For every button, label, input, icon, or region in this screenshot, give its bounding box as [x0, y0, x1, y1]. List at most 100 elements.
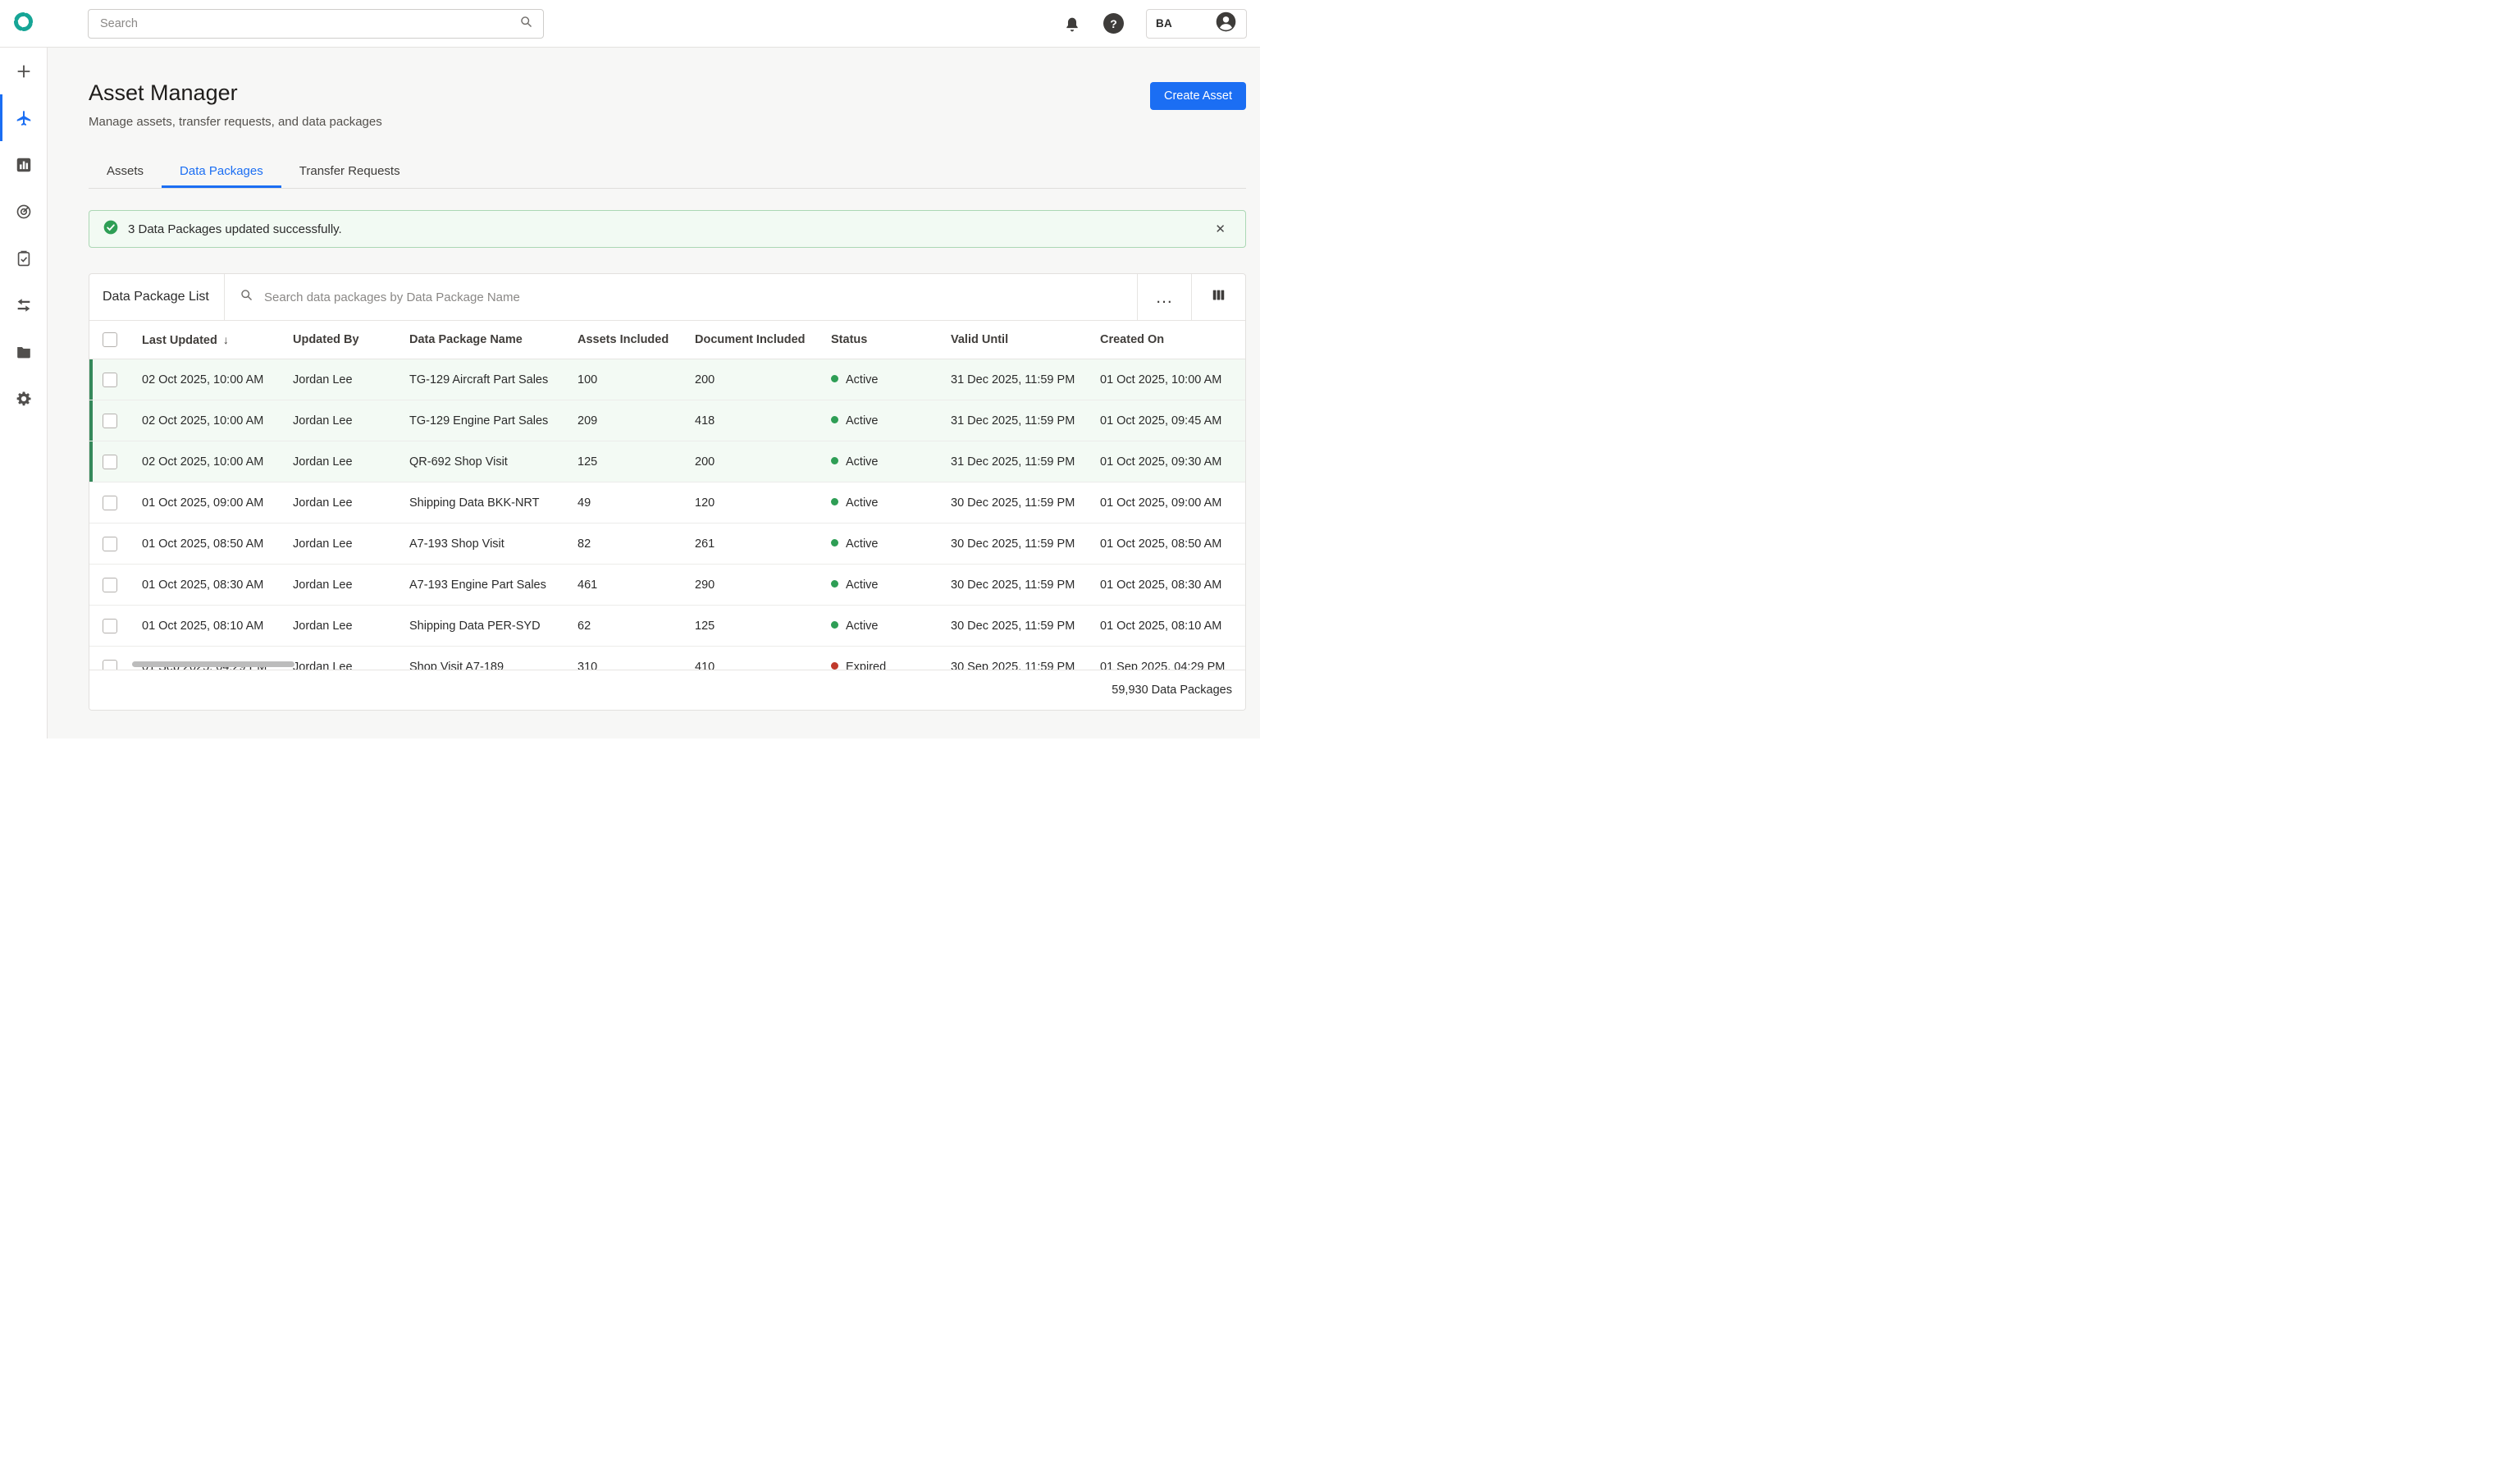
column-header-created-on[interactable]: Created On	[1087, 321, 1246, 359]
package-search-input[interactable]	[262, 290, 1122, 305]
column-header-status[interactable]: Status	[818, 321, 938, 359]
column-header-last-updated[interactable]: Last Updated↓	[129, 321, 280, 359]
table-row[interactable]: 01 Oct 2025, 08:50 AMJordan LeeA7-193 Sh…	[89, 524, 1245, 565]
row-select-cell	[89, 359, 129, 400]
notifications-bell-icon[interactable]	[1063, 15, 1081, 33]
folder-icon	[15, 343, 33, 361]
package-search[interactable]	[224, 274, 1137, 320]
cell-package-name: A7-193 Engine Part Sales	[396, 565, 564, 606]
sidebar-item-analytics[interactable]	[0, 141, 47, 188]
row-checkbox[interactable]	[103, 455, 117, 469]
cell-last-updated: 01 Oct 2025, 08:30 AM	[129, 565, 280, 606]
row-select-cell	[89, 565, 129, 606]
cell-package-name: Shipping Data PER-SYD	[396, 606, 564, 647]
airplane-icon	[15, 109, 33, 127]
column-header-updated-by[interactable]: Updated By	[280, 321, 396, 359]
cell-status: Active	[818, 359, 938, 400]
cell-last-updated: 01 Oct 2025, 09:00 AM	[129, 482, 280, 524]
status-dot	[831, 539, 838, 546]
columns-icon	[1211, 287, 1226, 307]
select-all-checkbox[interactable]	[103, 332, 117, 347]
card-header: Data Package List ...	[89, 274, 1245, 321]
banner-close-button[interactable]: ✕	[1208, 218, 1232, 240]
card-title: Data Package List	[89, 274, 224, 320]
cell-valid-until: 30 Dec 2025, 11:59 PM	[938, 606, 1087, 647]
page-title: Asset Manager	[89, 80, 382, 106]
plus-icon	[15, 62, 33, 80]
app-window: ? BA Asset Manager Manage assets, transf…	[0, 0, 1260, 738]
sidebar-item-tasks[interactable]	[0, 235, 47, 281]
cell-last-updated: 02 Oct 2025, 10:00 AM	[129, 359, 280, 400]
sidebar-item-add[interactable]	[0, 48, 47, 94]
select-all-cell	[89, 321, 129, 359]
table-row[interactable]: 02 Oct 2025, 10:00 AMJordan LeeQR-692 Sh…	[89, 441, 1245, 482]
help-icon[interactable]: ?	[1103, 13, 1124, 34]
row-checkbox[interactable]	[103, 373, 117, 387]
cell-package-name: QR-692 Shop Visit	[396, 441, 564, 482]
row-checkbox[interactable]	[103, 619, 117, 633]
table-row[interactable]: 02 Oct 2025, 10:00 AMJordan LeeTG-129 Ai…	[89, 359, 1245, 400]
cell-document-included: 261	[682, 524, 818, 565]
cell-updated-by: Jordan Lee	[280, 565, 396, 606]
column-settings-button[interactable]	[1191, 274, 1245, 320]
cell-last-updated: 02 Oct 2025, 10:00 AM	[129, 441, 280, 482]
status-dot	[831, 621, 838, 629]
horizontal-scrollbar-thumb[interactable]	[132, 661, 294, 667]
topbar: ? BA	[0, 0, 1260, 48]
help-glyph: ?	[1110, 17, 1117, 30]
cell-document-included: 120	[682, 482, 818, 524]
cell-updated-by: Jordan Lee	[280, 647, 396, 670]
main-content: Asset Manager Manage assets, transfer re…	[48, 48, 1260, 738]
sidebar-item-assets[interactable]	[0, 94, 47, 141]
row-select-cell	[89, 482, 129, 524]
tab-transfer-requests[interactable]: Transfer Requests	[281, 153, 418, 188]
cell-document-included: 418	[682, 400, 818, 441]
tab-data-packages[interactable]: Data Packages	[162, 153, 281, 188]
global-search[interactable]	[88, 9, 544, 39]
column-header-valid-until[interactable]: Valid Until	[938, 321, 1087, 359]
row-checkbox[interactable]	[103, 414, 117, 428]
cell-status: Active	[818, 400, 938, 441]
transfer-icon	[15, 296, 33, 314]
table-scroll-area[interactable]: 02 Oct 2025, 10:00 AMJordan LeeTG-129 Ai…	[89, 359, 1245, 670]
sort-descending-icon[interactable]: ↓	[223, 333, 229, 346]
cell-updated-by: Jordan Lee	[280, 400, 396, 441]
cell-assets-included: 100	[564, 359, 682, 400]
cell-created-on: 01 Oct 2025, 09:30 AM	[1087, 441, 1245, 482]
sidebar-item-files[interactable]	[0, 328, 47, 375]
sidebar-item-tracking[interactable]	[0, 188, 47, 235]
cell-document-included: 125	[682, 606, 818, 647]
table-row[interactable]: 02 Oct 2025, 10:00 AMJordan LeeTG-129 En…	[89, 400, 1245, 441]
data-package-table: 02 Oct 2025, 10:00 AMJordan LeeTG-129 Ai…	[89, 359, 1245, 670]
row-checkbox[interactable]	[103, 496, 117, 510]
bar-chart-icon	[15, 156, 33, 174]
cell-assets-included: 49	[564, 482, 682, 524]
cell-updated-by: Jordan Lee	[280, 441, 396, 482]
sidebar-item-settings[interactable]	[0, 375, 47, 422]
table-row[interactable]: 01 Oct 2025, 08:10 AMJordan LeeShipping …	[89, 606, 1245, 647]
more-actions-button[interactable]: ...	[1137, 274, 1191, 320]
column-header-data-package-name[interactable]: Data Package Name	[396, 321, 564, 359]
row-checkbox[interactable]	[103, 537, 117, 551]
success-banner: 3 Data Packages updated successfully. ✕	[89, 210, 1246, 248]
user-menu[interactable]: BA	[1146, 9, 1247, 39]
row-checkbox[interactable]	[103, 578, 117, 592]
sidebar-item-transfers[interactable]	[0, 281, 47, 328]
table-row[interactable]: 01 Oct 2025, 09:00 AMJordan LeeShipping …	[89, 482, 1245, 524]
cell-last-updated: 01 Oct 2025, 08:50 AM	[129, 524, 280, 565]
app-logo[interactable]	[0, 11, 47, 37]
row-select-cell	[89, 647, 129, 670]
table-row[interactable]: 01 Oct 2025, 08:30 AMJordan LeeA7-193 En…	[89, 565, 1245, 606]
cell-updated-by: Jordan Lee	[280, 524, 396, 565]
global-search-input[interactable]	[98, 16, 519, 31]
user-initials: BA	[1156, 17, 1172, 30]
cell-status: Active	[818, 482, 938, 524]
status-dot	[831, 662, 838, 670]
column-header-document-included[interactable]: Document Included	[682, 321, 818, 359]
search-icon	[519, 15, 533, 33]
create-asset-button[interactable]: Create Asset	[1150, 82, 1246, 110]
row-checkbox[interactable]	[103, 660, 117, 670]
column-header-assets-included[interactable]: Assets Included	[564, 321, 682, 359]
tab-assets[interactable]: Assets	[89, 153, 162, 188]
search-icon	[240, 288, 253, 306]
